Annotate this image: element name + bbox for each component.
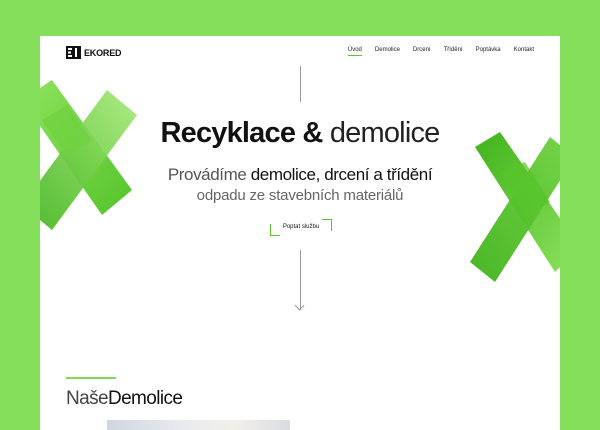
nav-item-poptavka[interactable]: Poptávka bbox=[476, 47, 501, 53]
hero-title: Recyklace & demolice bbox=[40, 117, 560, 150]
main-nav: Úvod Demolice Drcení Třídění Poptávka Ko… bbox=[347, 47, 534, 56]
hero-subtitle-light: Provádíme bbox=[167, 165, 247, 184]
nav-item-uvod[interactable]: Úvod bbox=[347, 47, 362, 56]
page: EKORED Úvod Demolice Drcení Třídění Popt… bbox=[40, 36, 560, 430]
hero-title-light: demolice bbox=[329, 117, 440, 149]
section-title-bold: Demolice bbox=[107, 388, 183, 409]
hero-title-bold: Recyklace & bbox=[160, 117, 323, 149]
logo-mark-icon bbox=[66, 46, 81, 59]
nav-item-demolice[interactable]: Demolice bbox=[375, 47, 400, 53]
section-title: NašeDemolice bbox=[66, 388, 183, 410]
logo[interactable]: EKORED bbox=[66, 46, 122, 59]
hero-subtitle-bold: demolice, drcení a třídění bbox=[250, 165, 433, 184]
x-decoration-left bbox=[40, 80, 137, 230]
section-title-light: Naše bbox=[66, 388, 109, 409]
hero-subtitle-second-line: odpadu ze stavebních materiálů bbox=[196, 187, 404, 204]
nav-item-drceni[interactable]: Drcení bbox=[413, 47, 431, 53]
x-decoration-right bbox=[470, 132, 560, 282]
demolition-preview-image bbox=[107, 420, 290, 430]
arrow-down-icon[interactable] bbox=[294, 300, 305, 311]
hero-subtitle: Provádíme demolice, drcení a třídění bbox=[40, 165, 560, 185]
nav-item-kontakt[interactable]: Kontakt bbox=[514, 47, 534, 53]
nav-item-trideni[interactable]: Třídění bbox=[444, 47, 463, 53]
logo-text: EKORED bbox=[84, 47, 122, 58]
section-accent-line bbox=[66, 377, 116, 379]
divider-line-top bbox=[300, 66, 301, 102]
request-service-button[interactable]: Poptat službu bbox=[270, 219, 332, 236]
